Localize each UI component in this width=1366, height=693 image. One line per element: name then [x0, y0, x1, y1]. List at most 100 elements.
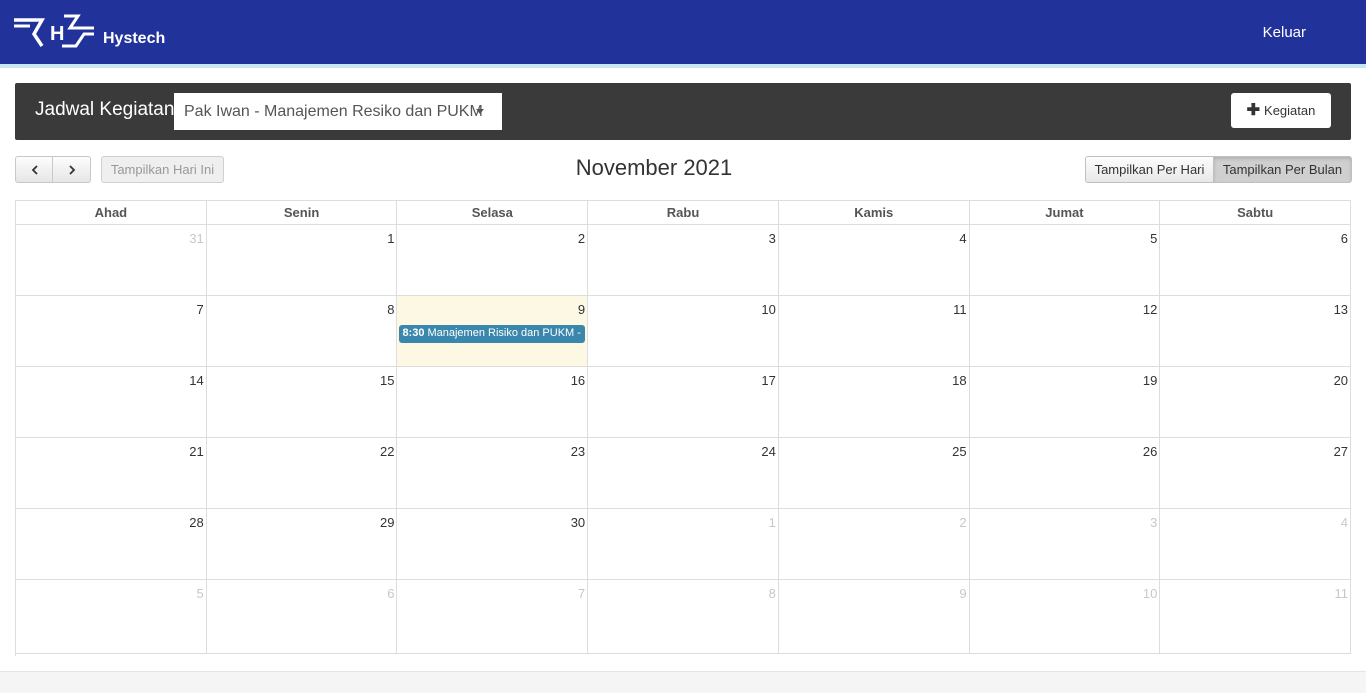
panel-title: Jadwal Kegiatan [35, 99, 175, 120]
calendar-day[interactable]: 10 [969, 580, 1161, 654]
calendar-day[interactable]: 17 [588, 367, 779, 438]
day-number: 25 [952, 444, 967, 459]
day-number: 16 [570, 373, 586, 388]
view-day-button[interactable]: Tampilkan Per Hari [1085, 156, 1214, 183]
schedule-panel: Jadwal Kegiatan Pak Iwan - Manajemen Res… [15, 83, 1351, 140]
calendar-day[interactable]: 8 [206, 296, 398, 367]
weekday-rabu: Rabu [588, 201, 779, 225]
calendar-day[interactable]: 21 [16, 438, 207, 509]
navbar-divider [0, 64, 1366, 68]
day-number: 20 [1333, 373, 1349, 388]
calendar-day[interactable]: 11 [778, 296, 970, 367]
day-number: 5 [1150, 231, 1158, 246]
calendar-day[interactable]: 7 [397, 580, 589, 654]
calendar-day[interactable]: 6 [206, 580, 398, 654]
calendar-day[interactable]: 23 [397, 438, 589, 509]
calendar-day[interactable]: 31 [16, 225, 207, 296]
weekday-ahad: Ahad [16, 201, 207, 225]
add-activity-button[interactable]: ✚ Kegiatan [1231, 93, 1331, 128]
event-time: 8:30 [402, 327, 425, 339]
calendar-day[interactable]: 9 [778, 580, 970, 654]
calendar-day[interactable]: 26 [969, 438, 1161, 509]
calendar-day[interactable]: 3 [588, 225, 779, 296]
day-number: 1 [768, 515, 776, 530]
calendar-day[interactable]: 14 [16, 367, 207, 438]
brand-name[interactable]: Hystech [103, 30, 165, 48]
view-month-button[interactable]: Tampilkan Per Bulan [1213, 156, 1352, 183]
chevron-left-icon [31, 165, 38, 175]
calendar-day[interactable]: 5 [16, 580, 207, 654]
calendar-day[interactable]: 8 [588, 580, 779, 654]
calendar-week: 7 8 9 8:30Manajemen Risiko dan PUKM - Pak I… [16, 296, 1352, 367]
calendar-day[interactable]: 18 [778, 367, 970, 438]
calendar-day[interactable]: 15 [206, 367, 398, 438]
weekday-sabtu: Sabtu [1160, 201, 1352, 225]
day-number: 3 [1150, 515, 1158, 530]
day-number: 4 [959, 231, 967, 246]
day-number: 19 [1142, 373, 1158, 388]
day-number: 15 [379, 373, 395, 388]
day-number: 31 [189, 231, 204, 246]
add-activity-label: Kegiatan [1264, 103, 1316, 118]
calendar-day[interactable]: 13 [1160, 296, 1352, 367]
calendar-day[interactable]: 2 [397, 225, 589, 296]
prev-month-button[interactable] [15, 156, 54, 183]
calendar-week: 28 29 30 1 2 3 4 [16, 509, 1352, 580]
calendar-day[interactable]: 4 [778, 225, 970, 296]
calendar-day[interactable]: 27 [1160, 438, 1352, 509]
day-number: 13 [1333, 302, 1349, 317]
calendar-day[interactable]: 11 [1160, 580, 1352, 654]
schedule-select-value: Pak Iwan - Manajemen Resiko dan PUKM [184, 103, 483, 120]
month-title: November 2021 [575, 155, 733, 180]
calendar-week: 5 6 7 8 9 10 11 [16, 580, 1352, 654]
calendar-event[interactable]: 8:30Manajemen Risiko dan PUKM - Pak Iwan [399, 325, 586, 343]
calendar-day[interactable]: 25 [778, 438, 970, 509]
day-number: 9 [959, 586, 967, 601]
calendar-day[interactable]: 2 [778, 509, 970, 580]
calendar-day[interactable]: 7 [16, 296, 207, 367]
day-number: 8 [387, 302, 395, 317]
event-title: Manajemen Risiko dan PUKM - Pak Iwan [427, 327, 584, 339]
calendar-day[interactable]: 16 [397, 367, 589, 438]
schedule-select[interactable]: Pak Iwan - Manajemen Resiko dan PUKM [174, 93, 502, 130]
day-number: 9 [577, 302, 586, 317]
calendar-day[interactable]: 6 [1160, 225, 1352, 296]
calendar-day[interactable]: 22 [206, 438, 398, 509]
day-number: 22 [379, 444, 395, 459]
calendar-week: 31 1 2 3 4 5 6 [16, 225, 1352, 296]
day-number: 12 [1142, 302, 1158, 317]
calendar-day[interactable]: 3 [969, 509, 1161, 580]
calendar-day[interactable]: 29 [206, 509, 398, 580]
calendar-day[interactable]: 30 [397, 509, 589, 580]
day-number: 11 [1334, 586, 1349, 601]
calendar-day[interactable]: 10 [588, 296, 779, 367]
day-number: 10 [1142, 586, 1158, 601]
plus-icon: ✚ [1246, 102, 1261, 119]
next-month-button[interactable] [52, 156, 91, 183]
caret-down-icon [476, 109, 484, 114]
day-number: 18 [952, 373, 967, 388]
calendar-day[interactable]: 1 [588, 509, 779, 580]
day-number: 10 [761, 302, 776, 317]
today-button[interactable]: Tampilkan Hari Ini [101, 156, 224, 183]
calendar-day[interactable]: 12 [969, 296, 1161, 367]
day-number: 2 [577, 231, 586, 246]
calendar-day[interactable]: 1 [206, 225, 398, 296]
weekday-header: Ahad Senin Selasa Rabu Kamis Jumat Sabtu [16, 201, 1352, 225]
hystech-logo[interactable]: H [12, 12, 96, 50]
calendar-day[interactable]: 24 [588, 438, 779, 509]
calendar-day[interactable]: 5 [969, 225, 1161, 296]
day-number: 29 [379, 515, 395, 530]
calendar-day[interactable]: 20 [1160, 367, 1352, 438]
calendar-day[interactable]: 4 [1160, 509, 1352, 580]
calendar-day[interactable]: 28 [16, 509, 207, 580]
weekday-senin: Senin [206, 201, 398, 225]
calendar-day-today[interactable]: 9 8:30Manajemen Risiko dan PUKM - Pak Iwa… [397, 296, 589, 367]
calendar-day[interactable]: 19 [969, 367, 1161, 438]
day-number: 6 [387, 586, 395, 601]
weekday-kamis: Kamis [778, 201, 970, 225]
day-number: 23 [570, 444, 586, 459]
chevron-right-icon [68, 165, 75, 175]
logout-link[interactable]: Keluar [1263, 24, 1306, 41]
day-number: 26 [1142, 444, 1158, 459]
